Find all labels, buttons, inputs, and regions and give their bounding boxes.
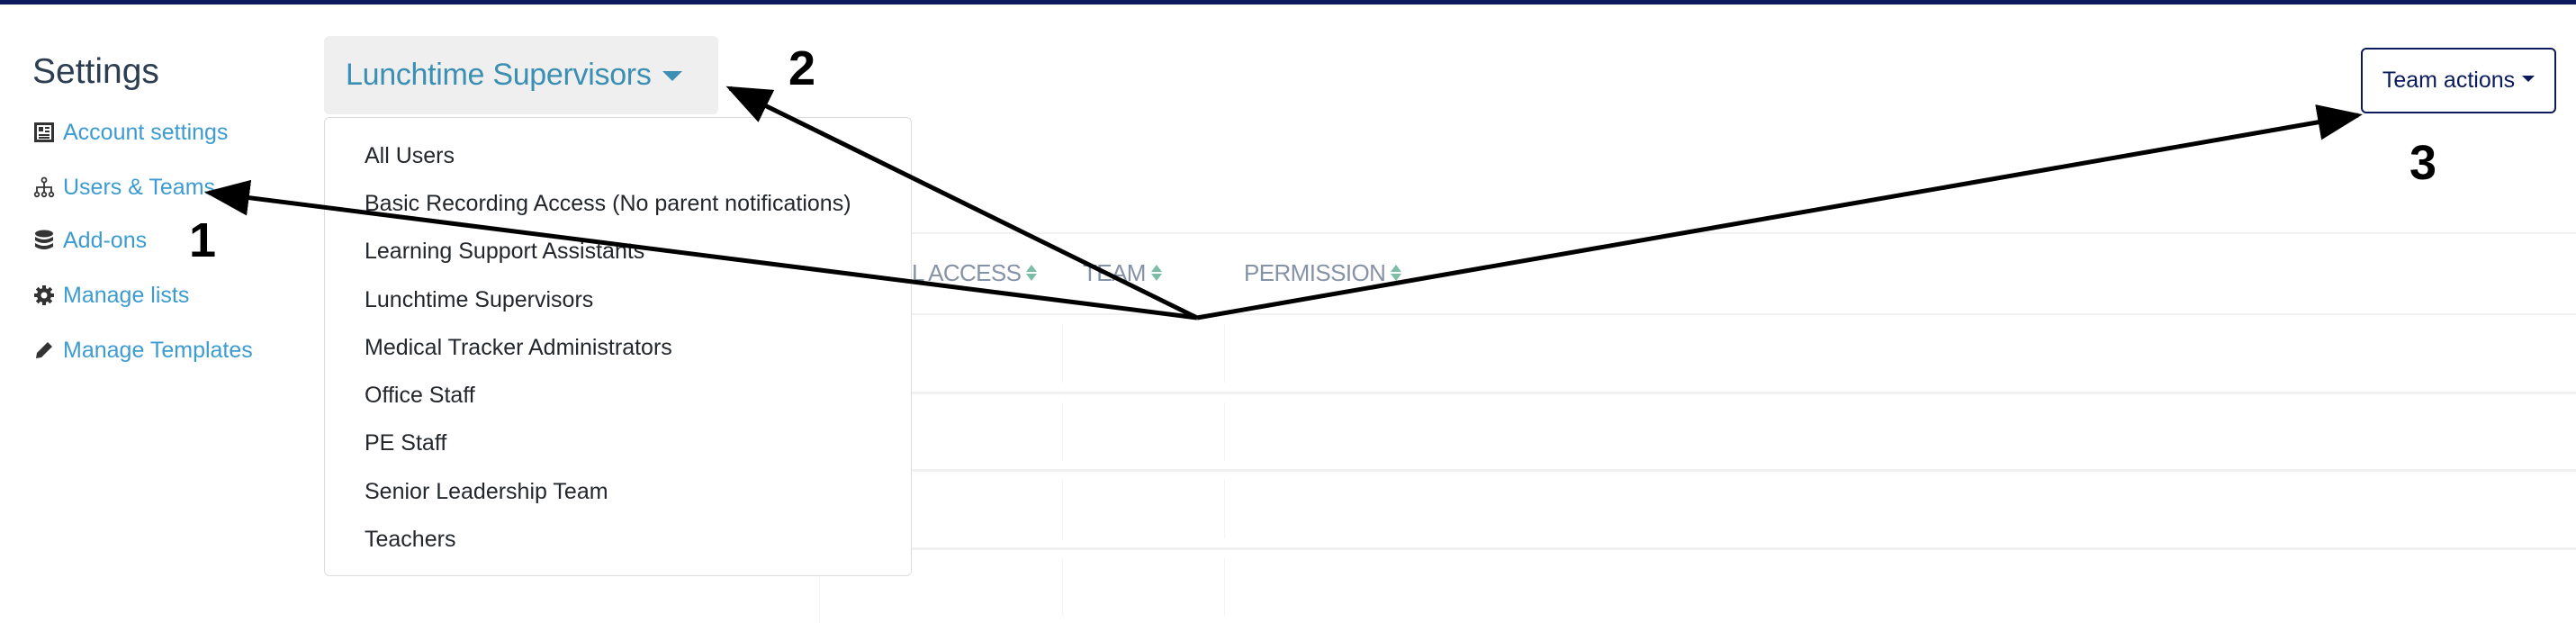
dropdown-item-lunchtime-supervisors[interactable]: Lunchtime Supervisors: [365, 282, 593, 318]
dropdown-item-office-staff[interactable]: Office Staff: [365, 377, 475, 413]
column-header-label: TEAM: [1083, 258, 1146, 286]
column-header-school-access[interactable]: L ACCESS: [912, 258, 1038, 286]
sitemap-icon: [32, 176, 56, 199]
column-header-label: PERMISSION: [1244, 258, 1386, 286]
sidebar-item-add-ons[interactable]: Add-ons: [32, 224, 147, 257]
arrow-3: [1196, 104, 2363, 321]
column-header-team[interactable]: TEAM: [1083, 259, 1162, 286]
team-actions-label: Team actions: [2382, 68, 2516, 93]
annotation-label-1: 1: [189, 213, 217, 267]
team-selector-dropdown[interactable]: Lunchtime Supervisors: [324, 36, 718, 114]
dropdown-item-all-users[interactable]: All Users: [365, 138, 455, 174]
table-row-border: [819, 392, 2576, 394]
selected-team: Lunchtime Supervisors: [346, 58, 652, 92]
table-column-divider: [1224, 558, 1225, 617]
sidebar-item-manage-lists[interactable]: Manage lists: [32, 279, 189, 312]
pencil-icon: [32, 339, 56, 362]
annotation-label-3: 3: [2409, 136, 2437, 190]
sidebar-item-label: Users & Teams: [63, 174, 216, 200]
table-top-border: [819, 232, 2576, 234]
dropdown-item-senior-leadership-team[interactable]: Senior Leadership Team: [365, 474, 608, 510]
table-row-border: [819, 547, 2576, 550]
annotation-label-2: 2: [788, 41, 816, 95]
team-dropdown-menu: All Users Basic Recording Access (No par…: [324, 117, 912, 576]
table-column-divider: [1062, 558, 1063, 617]
table-column-divider: [1224, 480, 1225, 538]
sidebar-item-label: Manage Templates: [63, 337, 253, 363]
sidebar-item-label: Add-ons: [63, 227, 148, 253]
sidebar-item-label: Manage lists: [63, 282, 190, 308]
sidebar-title: Settings: [32, 52, 159, 91]
newspaper-icon: [32, 121, 56, 144]
table-column-divider: [1224, 324, 1225, 383]
top-bar: [0, 0, 2576, 5]
dropdown-item-medical-tracker-administrators[interactable]: Medical Tracker Administrators: [365, 330, 672, 366]
caret-down-icon: [2522, 76, 2535, 82]
column-header-permission[interactable]: PERMISSION: [1244, 258, 1402, 286]
dropdown-item-learning-support-assistants[interactable]: Learning Support Assistants: [365, 233, 644, 269]
table-header-border: [819, 313, 2576, 315]
dropdown-item-basic-recording-access[interactable]: Basic Recording Access (No parent notifi…: [365, 185, 851, 221]
sidebar-item-manage-templates[interactable]: Manage Templates: [32, 334, 253, 366]
table-column-divider: [1062, 480, 1063, 538]
team-actions-button[interactable]: Team actions: [2361, 48, 2556, 113]
gear-icon: [32, 284, 56, 307]
caret-down-icon: [662, 71, 682, 81]
sort-icon: [1150, 265, 1162, 281]
dropdown-item-pe-staff[interactable]: PE Staff: [365, 425, 446, 461]
table-column-divider: [1224, 402, 1225, 461]
sidebar-item-account-settings[interactable]: Account settings: [32, 116, 228, 149]
sidebar-item-users-teams[interactable]: Users & Teams: [32, 171, 215, 203]
sidebar-item-label: Account settings: [63, 119, 229, 145]
sort-icon: [1026, 265, 1038, 281]
column-header-label: L ACCESS: [912, 258, 1022, 286]
table-row-border: [819, 469, 2576, 472]
database-icon: [32, 229, 56, 252]
sort-icon: [1391, 265, 1402, 281]
table-column-divider: [1062, 402, 1063, 461]
table-column-divider: [1062, 324, 1063, 383]
dropdown-item-teachers[interactable]: Teachers: [365, 521, 455, 557]
